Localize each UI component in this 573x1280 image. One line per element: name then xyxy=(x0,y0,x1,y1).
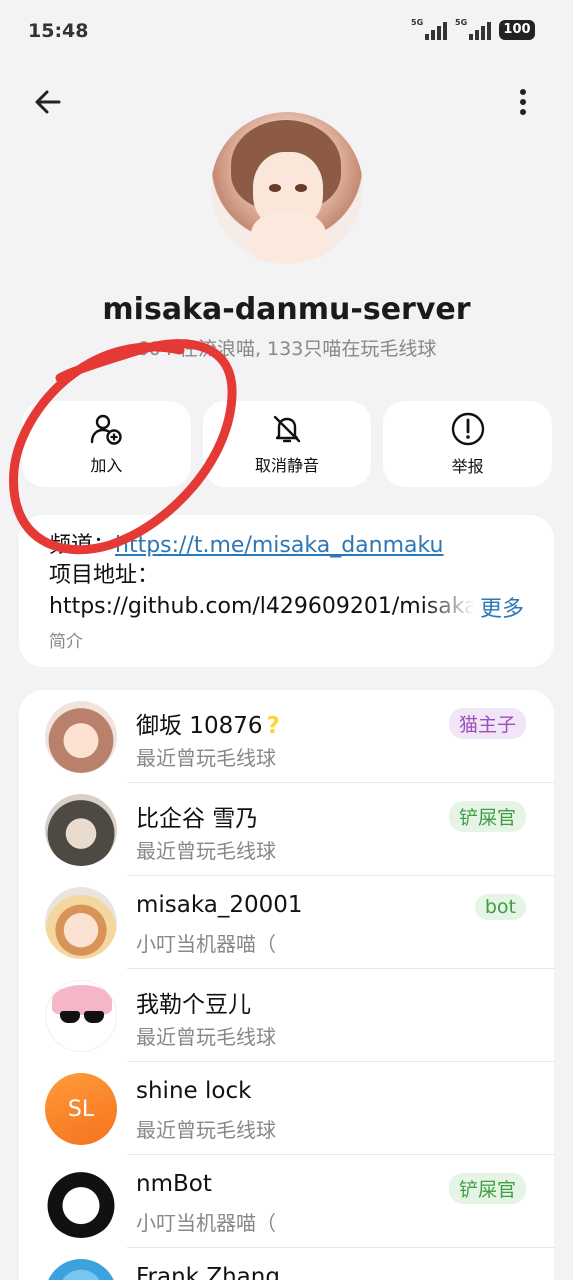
channel-label: 频道： xyxy=(49,533,116,558)
dot-icon xyxy=(520,109,526,115)
avatar xyxy=(45,1166,117,1238)
dot-icon xyxy=(520,99,526,105)
group-avatar[interactable] xyxy=(211,112,363,264)
member-name: Frank Zhang xyxy=(136,1264,280,1280)
action-buttons: 加入 取消静音 举报 xyxy=(22,401,553,487)
avatar xyxy=(45,701,117,773)
list-item[interactable]: 御坂 10876? 最近曾玩毛线球 猫主子 xyxy=(19,690,554,783)
list-item[interactable]: 比企谷 雪乃 最近曾玩毛线球 铲屎官 xyxy=(19,783,554,876)
avatar xyxy=(45,980,117,1052)
join-button[interactable]: 加入 xyxy=(22,401,191,487)
status-time: 15:48 xyxy=(28,20,89,42)
list-item[interactable]: Frank Zhang xyxy=(19,1248,554,1280)
avatar xyxy=(45,794,117,866)
description-caption: 简介 xyxy=(49,632,83,652)
list-item[interactable]: 我勒个豆儿 最近曾玩毛线球 xyxy=(19,969,554,1062)
role-badge: bot xyxy=(474,894,526,920)
member-name: nmBot xyxy=(136,1171,212,1197)
unmute-button[interactable]: 取消静音 xyxy=(202,401,372,487)
member-status: 最近曾玩毛线球 xyxy=(136,839,276,863)
list-item[interactable]: SL shine lock 最近曾玩毛线球 xyxy=(19,1062,554,1155)
report-button[interactable]: 举报 xyxy=(383,401,553,487)
alert-circle-icon xyxy=(451,412,484,446)
dot-icon xyxy=(520,89,526,95)
more-options-button[interactable] xyxy=(511,84,535,120)
avatar: SL xyxy=(45,1073,117,1145)
member-status: 最近曾玩毛线球 xyxy=(136,1118,276,1142)
member-status: 最近曾玩毛线球 xyxy=(136,1025,276,1049)
list-item[interactable]: misaka_20001 小叮当机器喵（ bot xyxy=(19,876,554,969)
member-name: 比企谷 雪乃 xyxy=(136,806,259,832)
group-description-card[interactable]: 频道：https://t.me/misaka_danmaku 项目地址： htt… xyxy=(19,515,554,667)
status-bar: 15:48 5G 5G 100 xyxy=(0,0,573,64)
member-status: 小叮当机器喵（ xyxy=(136,1211,276,1235)
group-subtitle: 604 在流浪喵, 133只喵在玩毛线球 xyxy=(136,338,437,360)
group-name: misaka-danmu-server xyxy=(102,292,471,327)
member-status: 小叮当机器喵（ xyxy=(136,932,276,956)
more-link[interactable]: 更多 xyxy=(480,591,524,623)
member-name: 我勒个豆儿 xyxy=(136,992,251,1018)
join-label: 加入 xyxy=(90,456,123,475)
member-status: 最近曾玩毛线球 xyxy=(136,746,276,770)
add-user-icon xyxy=(91,414,123,445)
member-name: 御坂 10876? xyxy=(136,713,280,739)
list-item[interactable]: nmBot 小叮当机器喵（ 铲屎官 xyxy=(19,1155,554,1248)
role-badge: 铲屎官 xyxy=(448,1173,526,1204)
lightbulb-icon: ? xyxy=(266,713,280,739)
member-list: 御坂 10876? 最近曾玩毛线球 猫主子 比企谷 雪乃 最近曾玩毛线球 铲屎官… xyxy=(19,690,554,1280)
back-button[interactable] xyxy=(28,82,68,122)
arrow-left-icon xyxy=(35,90,61,114)
repo-url[interactable]: https://github.com/l429609201/misaka-dan… xyxy=(49,592,474,622)
channel-link[interactable]: https://t.me/misaka_danmaku xyxy=(115,533,444,558)
role-badge: 铲屎官 xyxy=(448,801,526,832)
bell-off-icon xyxy=(273,415,301,443)
avatar xyxy=(45,1259,117,1280)
repo-label: 项目地址： xyxy=(49,563,160,588)
sunglasses-icon xyxy=(60,1011,104,1023)
report-label: 举报 xyxy=(451,457,484,476)
unmute-label: 取消静音 xyxy=(255,456,320,475)
signal-icon-2: 5G xyxy=(455,18,491,40)
group-info-page: 15:48 5G 5G 100 misaka-danmu-server 604 … xyxy=(0,0,573,1280)
role-badge: 猫主子 xyxy=(448,708,526,739)
battery-icon: 100 xyxy=(499,20,535,40)
channel-line: 频道：https://t.me/misaka_danmaku xyxy=(49,531,524,561)
status-icons: 5G 5G 100 xyxy=(411,18,535,40)
member-name: misaka_20001 xyxy=(136,892,303,918)
repo-row: https://github.com/l429609201/misaka-dan… xyxy=(49,591,524,623)
member-name: shine lock xyxy=(136,1078,252,1104)
avatar xyxy=(45,887,117,959)
signal-icon: 5G xyxy=(411,18,447,40)
